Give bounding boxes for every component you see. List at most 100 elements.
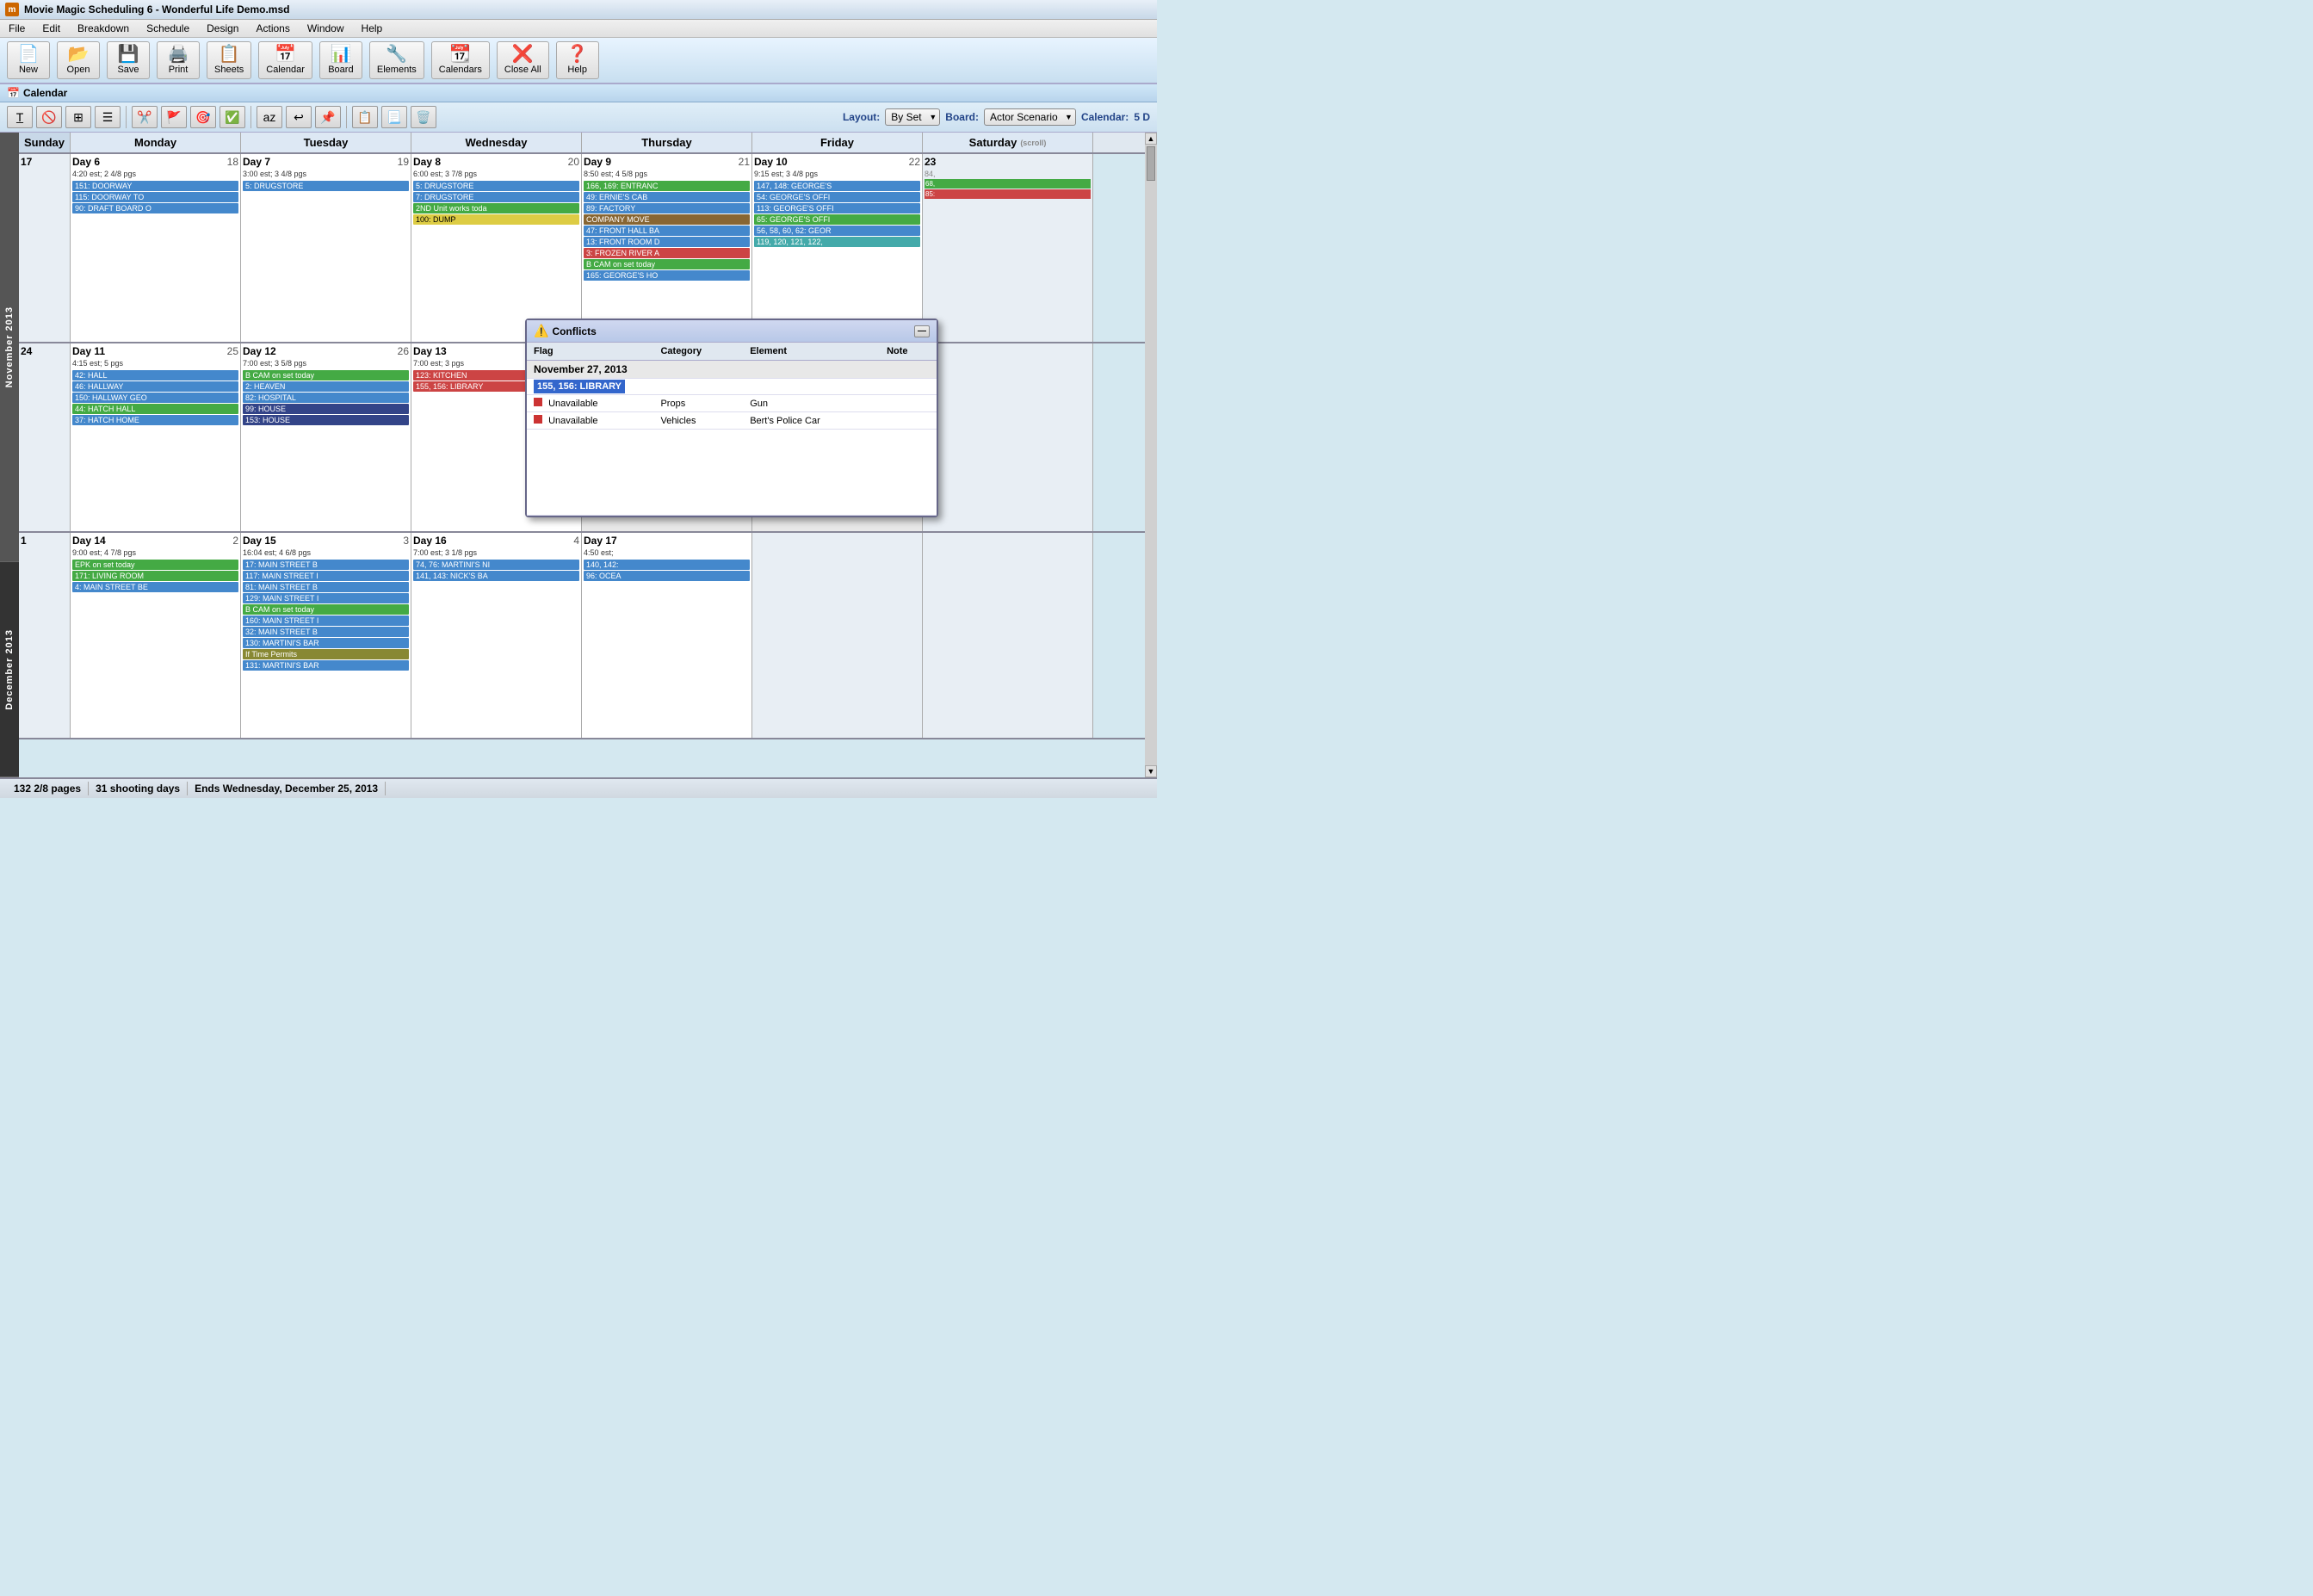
open-button[interactable]: 📂 Open <box>57 41 100 79</box>
scene-nov18-2[interactable]: 115: DOORWAY TO <box>72 192 238 202</box>
scene-nov21-8[interactable]: B CAM on set today <box>584 259 750 269</box>
layout-select-wrapper[interactable]: By Set <box>885 108 940 126</box>
scene-nov22-2[interactable]: 54: GEORGE'S OFFI <box>754 192 920 202</box>
scene-nov26-4[interactable]: 99: HOUSE <box>243 404 409 414</box>
scene-dec4-2[interactable]: 141, 143: NICK'S BA <box>413 571 579 581</box>
scene-nov26-5[interactable]: 153: HOUSE <box>243 415 409 425</box>
scene-nov20-4[interactable]: 100: DUMP <box>413 214 579 225</box>
menu-help[interactable]: Help <box>358 22 387 35</box>
menu-actions[interactable]: Actions <box>252 22 293 35</box>
scene-nov21-5[interactable]: 47: FRONT HALL BA <box>584 226 750 236</box>
scene-dec3-4[interactable]: 129: MAIN STREET I <box>243 593 409 603</box>
menu-breakdown[interactable]: Breakdown <box>74 22 133 35</box>
scissors-button[interactable]: ✂️ <box>132 106 158 128</box>
scene-nov25-2[interactable]: 46: HALLWAY <box>72 381 238 392</box>
format-text-button[interactable]: T̲ <box>7 106 33 128</box>
elements-button[interactable]: 🔧 Elements <box>369 41 424 79</box>
scene-dec2-1[interactable]: EPK on set today <box>72 560 238 570</box>
right-scrollbar[interactable]: ▲ ▼ <box>1145 133 1157 777</box>
az-button[interactable]: az <box>257 106 282 128</box>
layout-select[interactable]: By Set <box>885 108 940 126</box>
grid-button[interactable]: ⊞ <box>65 106 91 128</box>
scene-nov22-3[interactable]: 113: GEORGE'S OFFI <box>754 203 920 213</box>
cell-nov24: 24 <box>19 343 71 531</box>
columns-button[interactable]: ☰ <box>95 106 121 128</box>
no-button[interactable]: 🚫 <box>36 106 62 128</box>
sheets-button[interactable]: 📋 Sheets <box>207 41 251 79</box>
conflicts-title-bar[interactable]: ⚠️ Conflicts — <box>527 320 937 343</box>
scene-nov21-6[interactable]: 13: FRONT ROOM D <box>584 237 750 247</box>
scene-nov26-1[interactable]: B CAM on set today <box>243 370 409 380</box>
scene-dec3-5[interactable]: B CAM on set today <box>243 604 409 615</box>
calendars-button[interactable]: 📆 Calendars <box>431 41 490 79</box>
scene-dec3-7[interactable]: 32: MAIN STREET B <box>243 627 409 637</box>
board-select[interactable]: Actor Scenario <box>984 108 1076 126</box>
scene-nov21-3[interactable]: 89: FACTORY <box>584 203 750 213</box>
new-button[interactable]: 📄 New <box>7 41 50 79</box>
cell-nov18: Day 6 18 4:20 est; 2 4/8 pgs 151: DOORWA… <box>71 154 241 342</box>
date-nov20: 20 <box>568 156 579 168</box>
scene-nov21-7[interactable]: 3: FROZEN RIVER A <box>584 248 750 258</box>
board-select-wrapper[interactable]: Actor Scenario <box>984 108 1076 126</box>
scene-nov21-9[interactable]: 165: GEORGE'S HO <box>584 270 750 281</box>
scene-nov26-2[interactable]: 2: HEAVEN <box>243 381 409 392</box>
scene-nov21-4[interactable]: COMPANY MOVE <box>584 214 750 225</box>
scene-dec3-8[interactable]: 130: MARTINI'S BAR <box>243 638 409 648</box>
scene-nov25-5[interactable]: 37: HATCH HOME <box>72 415 238 425</box>
scene-dec4-1[interactable]: 74, 76: MARTINI'S NI <box>413 560 579 570</box>
del-button[interactable]: 🗑️ <box>411 106 436 128</box>
scene-nov20-2[interactable]: 7: DRUGSTORE <box>413 192 579 202</box>
info-nov22: 9:15 est; 3 4/8 pgs <box>754 170 920 180</box>
scene-nov20-1[interactable]: 5: DRUGSTORE <box>413 181 579 191</box>
calendar-button[interactable]: 📅 Calendar <box>258 41 312 79</box>
pin-button[interactable]: 📌 <box>315 106 341 128</box>
scene-nov22-4[interactable]: 65: GEORGE'S OFFI <box>754 214 920 225</box>
flag-button[interactable]: 🚩 <box>161 106 187 128</box>
board-button[interactable]: 📊 Board <box>319 41 362 79</box>
scroll-thumb[interactable] <box>1147 146 1155 181</box>
scene-nov22-6[interactable]: 119, 120, 121, 122, <box>754 237 920 247</box>
scene-dec3-9[interactable]: If Time Permits <box>243 649 409 659</box>
conflicts-close-button[interactable]: — <box>914 325 930 337</box>
scene-nov22-1[interactable]: 147, 148: GEORGE'S <box>754 181 920 191</box>
scene-dec3-2[interactable]: 117: MAIN STREET I <box>243 571 409 581</box>
scene-nov25-3[interactable]: 150: HALLWAY GEO <box>72 393 238 403</box>
close-all-button[interactable]: ❌ Close All <box>497 41 549 79</box>
print-button[interactable]: 🖨️ Print <box>157 41 200 79</box>
list-button[interactable]: 📃 <box>381 106 407 128</box>
scene-dec3-10[interactable]: 131: MARTINI'S BAR <box>243 660 409 671</box>
scene-nov22-5[interactable]: 56, 58, 60, 62: GEOR <box>754 226 920 236</box>
scene-dec2-3[interactable]: 4: MAIN STREET BE <box>72 582 238 592</box>
copy-button[interactable]: 📋 <box>352 106 378 128</box>
menu-design[interactable]: Design <box>203 22 242 35</box>
scene-nov20-3[interactable]: 2ND Unit works toda <box>413 203 579 213</box>
scene-nov25-4[interactable]: 44: HATCH HALL <box>72 404 238 414</box>
conflicts-title-text: ⚠️ Conflicts <box>534 324 597 338</box>
scroll-up-arrow[interactable]: ▲ <box>1145 133 1157 145</box>
scene-nov25-1[interactable]: 42: HALL <box>72 370 238 380</box>
scene-nov18-3[interactable]: 90: DRAFT BOARD O <box>72 203 238 213</box>
scene-dec3-1[interactable]: 17: MAIN STREET B <box>243 560 409 570</box>
scene-nov19-1[interactable]: 5: DRUGSTORE <box>243 181 409 191</box>
scene-dec2-2[interactable]: 171: LIVING ROOM <box>72 571 238 581</box>
scene-nov18-1[interactable]: 151: DOORWAY <box>72 181 238 191</box>
save-button[interactable]: 💾 Save <box>107 41 150 79</box>
back-button[interactable]: ↩ <box>286 106 312 128</box>
scene-nov26-3[interactable]: 82: HOSPITAL <box>243 393 409 403</box>
scene-dec5-1[interactable]: 140, 142: <box>584 560 750 570</box>
scroll-track[interactable] <box>1145 145 1157 765</box>
menu-edit[interactable]: Edit <box>39 22 64 35</box>
check-button[interactable]: ✅ <box>220 106 245 128</box>
scene-dec5-2[interactable]: 96: OCEA <box>584 571 750 581</box>
help-button[interactable]: ❓ Help <box>556 41 599 79</box>
menu-schedule[interactable]: Schedule <box>143 22 193 35</box>
scene-dec3-3[interactable]: 81: MAIN STREET B <box>243 582 409 592</box>
scene-nov21-2[interactable]: 49: ERNIE'S CAB <box>584 192 750 202</box>
target-button[interactable]: 🎯 <box>190 106 216 128</box>
scroll-down-arrow[interactable]: ▼ <box>1145 765 1157 777</box>
menu-window[interactable]: Window <box>304 22 348 35</box>
info-nov21: 8:50 est; 4 5/8 pgs <box>584 170 750 180</box>
scene-nov21-1[interactable]: 166, 169: ENTRANC <box>584 181 750 191</box>
scene-dec3-6[interactable]: 160: MAIN STREET I <box>243 616 409 626</box>
menu-file[interactable]: File <box>5 22 28 35</box>
